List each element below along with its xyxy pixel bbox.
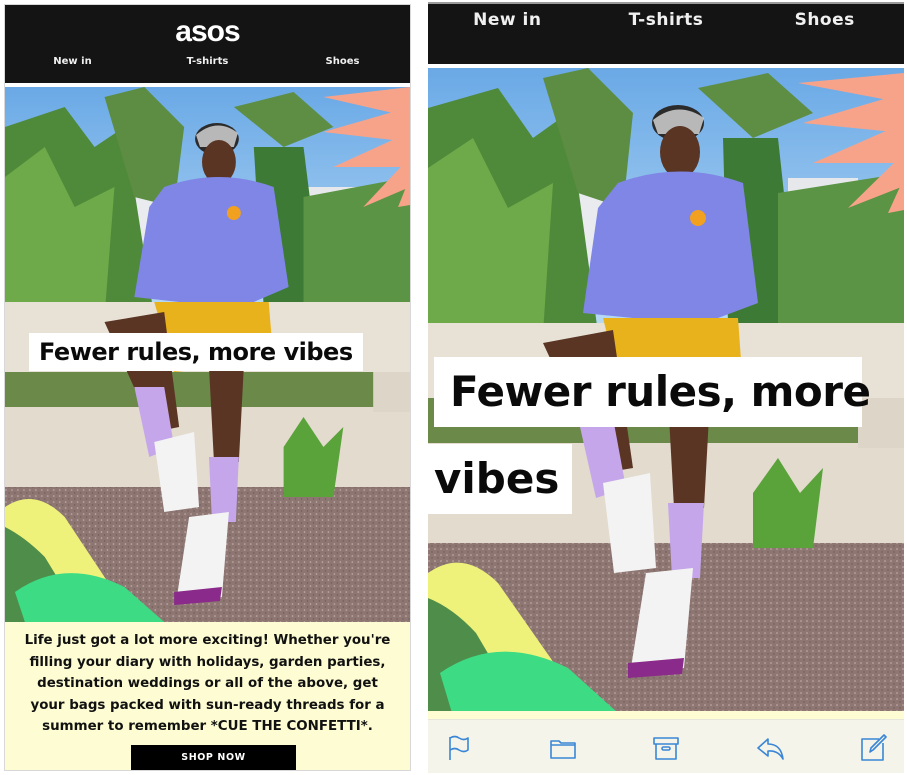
hero-headline-line-1: Fewer rules, more <box>434 357 871 427</box>
mail-toolbar <box>428 719 904 773</box>
shop-now-button[interactable]: SHOP NOW <box>131 745 296 770</box>
flag-icon <box>449 735 469 760</box>
archive-icon <box>653 736 679 760</box>
email-header: New in T-shirts Shoes <box>428 4 904 64</box>
move-to-folder-button[interactable] <box>546 731 580 765</box>
email-preview-right: New in T-shirts Shoes Fewer rules, more … <box>428 2 904 773</box>
hero-headline-line-2: vibes <box>428 444 572 514</box>
nav-link-new-in[interactable]: New in <box>428 10 587 30</box>
asos-logo[interactable]: asos <box>5 15 410 49</box>
archive-button[interactable] <box>649 731 683 765</box>
reply-icon <box>756 737 784 760</box>
nav-link-shoes[interactable]: Shoes <box>275 56 410 67</box>
email-nav: New in T-shirts Shoes <box>5 56 410 67</box>
email-nav: New in T-shirts Shoes <box>428 10 904 30</box>
flag-button[interactable] <box>442 731 476 765</box>
hero-headline: Fewer rules, more vibes <box>29 333 363 371</box>
compose-button[interactable] <box>856 731 890 765</box>
nav-link-new-in[interactable]: New in <box>5 56 140 67</box>
nav-link-tshirts[interactable]: T-shirts <box>140 56 275 67</box>
email-body-copy-edge <box>428 711 904 719</box>
nav-link-tshirts[interactable]: T-shirts <box>587 10 746 30</box>
folder-icon <box>549 739 576 759</box>
compose-icon <box>861 733 887 761</box>
reply-button[interactable] <box>753 731 787 765</box>
nav-link-shoes[interactable]: Shoes <box>745 10 904 30</box>
email-header: asos New in T-shirts Shoes <box>5 5 410 83</box>
email-preview-left: asos New in T-shirts Shoes Fewer rules, … <box>4 4 411 771</box>
body-paragraph: Life just got a lot more exciting! Wheth… <box>24 633 391 734</box>
